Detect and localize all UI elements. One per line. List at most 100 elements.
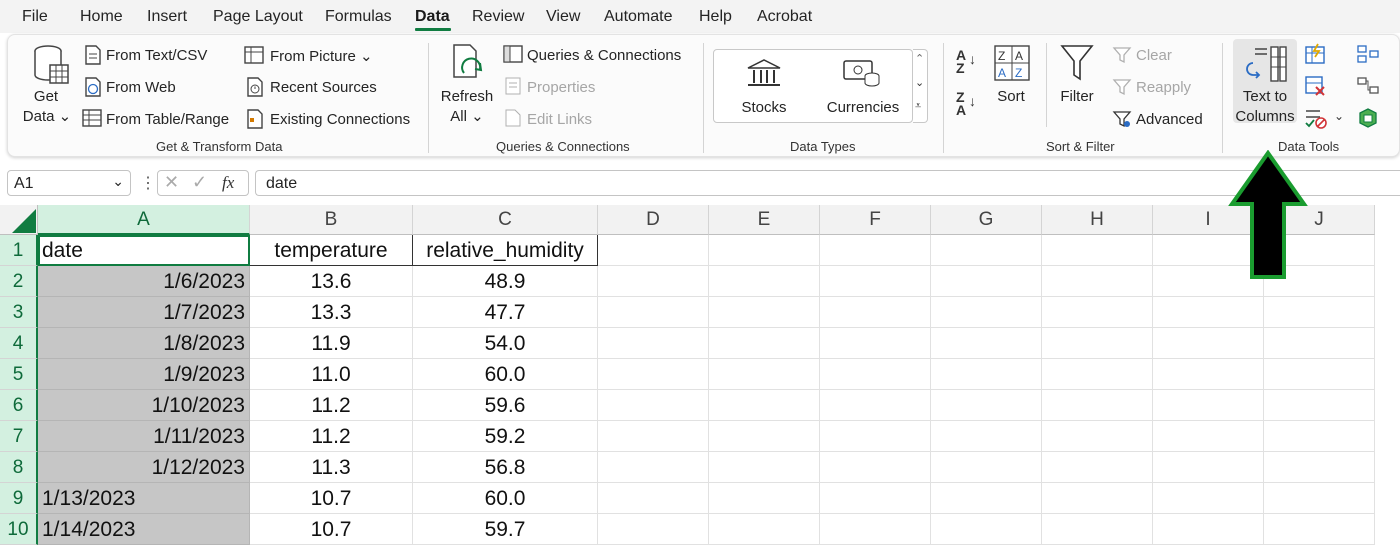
cell-b4[interactable]: 11.9 <box>250 328 413 359</box>
row-header-8[interactable]: 8 <box>0 452 38 483</box>
cell-d2[interactable] <box>598 266 709 297</box>
sort-ascending-icon[interactable]: A Z ↓ <box>956 48 976 75</box>
data-validation-icon[interactable] <box>1304 107 1328 129</box>
cell-c4[interactable]: 54.0 <box>413 328 598 359</box>
cell-f6[interactable] <box>820 390 931 421</box>
properties-button[interactable]: Properties <box>527 79 595 96</box>
cell-b5[interactable]: 11.0 <box>250 359 413 390</box>
cell-g7[interactable] <box>931 421 1042 452</box>
more-options-icon[interactable]: ⋮ <box>140 173 156 193</box>
cell-j6[interactable] <box>1264 390 1375 421</box>
cell-b3[interactable]: 13.3 <box>250 297 413 328</box>
consolidate-icon[interactable] <box>1356 43 1380 65</box>
from-picture-button[interactable]: From Picture ⌄ <box>270 47 373 65</box>
cell-h1[interactable] <box>1042 235 1153 266</box>
from-table-range-button[interactable]: From Table/Range <box>106 111 229 128</box>
cell-d3[interactable] <box>598 297 709 328</box>
cell-j8[interactable] <box>1264 452 1375 483</box>
tab-formulas[interactable]: Formulas <box>325 8 392 26</box>
cell-g3[interactable] <box>931 297 1042 328</box>
cell-d1[interactable] <box>598 235 709 266</box>
flash-fill-icon[interactable] <box>1304 43 1326 65</box>
cell-g4[interactable] <box>931 328 1042 359</box>
chevron-down-icon[interactable]: ⌄ <box>112 173 124 190</box>
name-box[interactable]: A1 ⌄ <box>7 170 131 196</box>
cell-j10[interactable] <box>1264 514 1375 545</box>
data-model-icon[interactable] <box>1356 107 1380 129</box>
from-web-button[interactable]: From Web <box>106 79 176 96</box>
cell-d8[interactable] <box>598 452 709 483</box>
cell-h2[interactable] <box>1042 266 1153 297</box>
cell-c6[interactable]: 59.6 <box>413 390 598 421</box>
existing-connections-button[interactable]: Existing Connections <box>270 111 410 128</box>
cell-e5[interactable] <box>709 359 820 390</box>
cell-e3[interactable] <box>709 297 820 328</box>
column-header-e[interactable]: E <box>709 205 820 235</box>
cell-f7[interactable] <box>820 421 931 452</box>
cell-i6[interactable] <box>1153 390 1264 421</box>
tab-file[interactable]: File <box>22 8 48 26</box>
cell-a10[interactable]: 1/14/2023 <box>38 514 250 545</box>
row-header-2[interactable]: 2 <box>0 266 38 297</box>
cell-f1[interactable] <box>820 235 931 266</box>
cell-i3[interactable] <box>1153 297 1264 328</box>
remove-duplicates-icon[interactable] <box>1304 75 1326 97</box>
cell-e9[interactable] <box>709 483 820 514</box>
tab-page-layout[interactable]: Page Layout <box>213 8 303 26</box>
chevron-down-icon[interactable]: ⌄ <box>915 76 924 89</box>
column-header-c[interactable]: C <box>413 205 598 235</box>
cell-b10[interactable]: 10.7 <box>250 514 413 545</box>
cell-f2[interactable] <box>820 266 931 297</box>
cell-c5[interactable]: 60.0 <box>413 359 598 390</box>
cell-a8[interactable]: 1/12/2023 <box>38 452 250 483</box>
insert-function-icon[interactable]: fx <box>222 173 234 193</box>
cell-b9[interactable]: 10.7 <box>250 483 413 514</box>
cell-g10[interactable] <box>931 514 1042 545</box>
cell-d4[interactable] <box>598 328 709 359</box>
cell-a7[interactable]: 1/11/2023 <box>38 421 250 452</box>
cell-f4[interactable] <box>820 328 931 359</box>
cell-e10[interactable] <box>709 514 820 545</box>
cell-j3[interactable] <box>1264 297 1375 328</box>
row-header-9[interactable]: 9 <box>0 483 38 514</box>
currencies-button[interactable]: Currencies <box>818 98 908 118</box>
cell-j9[interactable] <box>1264 483 1375 514</box>
cell-c8[interactable]: 56.8 <box>413 452 598 483</box>
cell-h5[interactable] <box>1042 359 1153 390</box>
text-to-columns-button[interactable]: Text to Columns <box>1233 39 1297 125</box>
tab-insert[interactable]: Insert <box>147 8 187 26</box>
cell-d7[interactable] <box>598 421 709 452</box>
cell-a2[interactable]: 1/6/2023 <box>38 266 250 297</box>
cell-d10[interactable] <box>598 514 709 545</box>
tab-help[interactable]: Help <box>699 8 732 26</box>
cell-c2[interactable]: 48.9 <box>413 266 598 297</box>
row-header-10[interactable]: 10 <box>0 514 38 545</box>
sort-descending-icon[interactable]: Z A ↓ <box>956 90 976 117</box>
cell-g1[interactable] <box>931 235 1042 266</box>
cell-e4[interactable] <box>709 328 820 359</box>
recent-sources-button[interactable]: Recent Sources <box>270 79 377 96</box>
cell-i8[interactable] <box>1153 452 1264 483</box>
cell-d6[interactable] <box>598 390 709 421</box>
cell-e1[interactable] <box>709 235 820 266</box>
cell-e7[interactable] <box>709 421 820 452</box>
column-header-h[interactable]: H <box>1042 205 1153 235</box>
cell-a9[interactable]: 1/13/2023 <box>38 483 250 514</box>
cell-h8[interactable] <box>1042 452 1153 483</box>
queries-connections-button[interactable]: Queries & Connections <box>527 47 681 64</box>
cell-a5[interactable]: 1/9/2023 <box>38 359 250 390</box>
relationships-icon[interactable] <box>1356 75 1380 97</box>
column-header-f[interactable]: F <box>820 205 931 235</box>
column-header-g[interactable]: G <box>931 205 1042 235</box>
chevron-down-icon[interactable]: ⌄ <box>1334 109 1344 123</box>
cell-j5[interactable] <box>1264 359 1375 390</box>
cell-g8[interactable] <box>931 452 1042 483</box>
cell-g5[interactable] <box>931 359 1042 390</box>
tab-automate[interactable]: Automate <box>604 8 672 26</box>
cell-a4[interactable]: 1/8/2023 <box>38 328 250 359</box>
cell-j4[interactable] <box>1264 328 1375 359</box>
cancel-icon[interactable]: ✕ <box>164 172 179 193</box>
cell-d9[interactable] <box>598 483 709 514</box>
cell-e6[interactable] <box>709 390 820 421</box>
clear-button[interactable]: Clear <box>1136 47 1172 64</box>
